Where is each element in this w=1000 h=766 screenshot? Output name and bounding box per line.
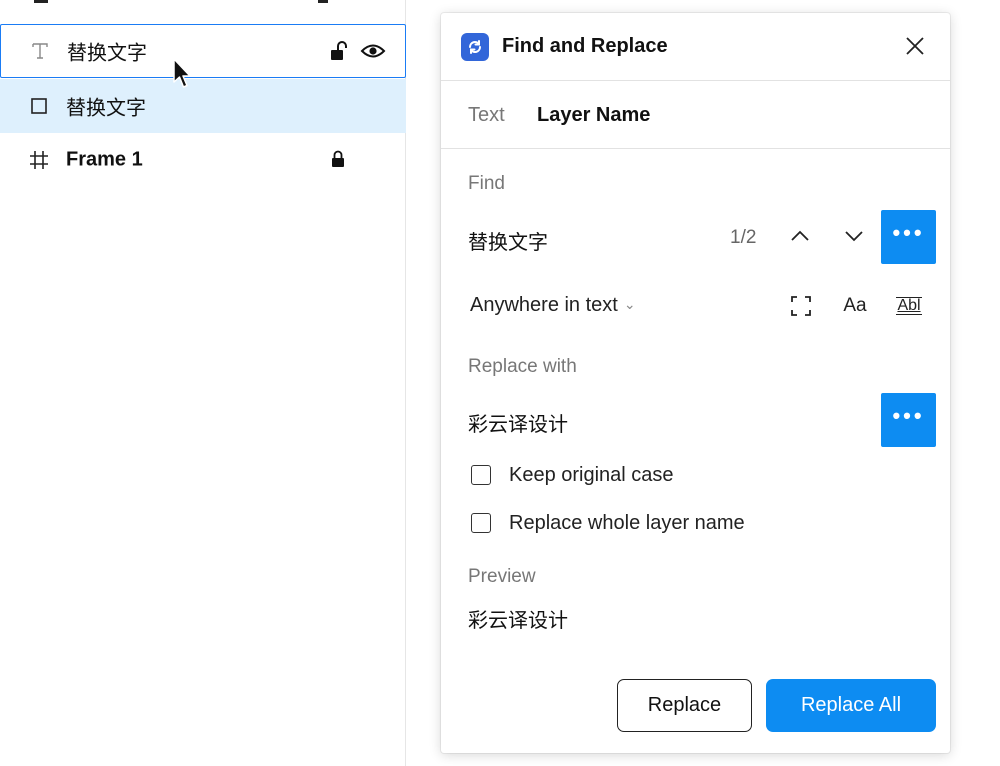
preview-section-label: Preview xyxy=(468,566,536,587)
find-replace-plugin-icon xyxy=(461,33,489,61)
replace-whole-layer-name-label: Replace whole layer name xyxy=(509,511,745,534)
replace-whole-layer-name-option[interactable]: Replace whole layer name xyxy=(471,511,745,535)
replace-all-button[interactable]: Replace All xyxy=(766,679,936,732)
whole-word-icon-text: Abl xyxy=(896,297,922,315)
rectangle-layer-icon xyxy=(28,95,50,117)
match-whole-word-frame-icon[interactable] xyxy=(789,293,813,319)
match-count: 1/2 xyxy=(730,227,757,248)
replace-more-options-button[interactable]: ••• xyxy=(881,393,936,447)
match-case-icon[interactable]: Aa xyxy=(841,293,869,319)
more-dots-icon: ••• xyxy=(892,220,925,245)
lock-icon[interactable] xyxy=(330,150,348,170)
chevron-down-icon: ⌄ xyxy=(623,296,636,312)
more-dots-icon: ••• xyxy=(892,403,925,428)
keep-original-case-checkbox[interactable] xyxy=(471,465,491,485)
keep-original-case-label: Keep original case xyxy=(509,463,674,486)
find-more-options-button[interactable]: ••• xyxy=(881,210,936,264)
tab-layer-name[interactable]: Layer Name xyxy=(537,104,650,127)
mouse-cursor-icon xyxy=(173,58,191,88)
match-scope-select[interactable]: Anywhere in text ⌄ xyxy=(470,294,636,317)
text-layer-icon xyxy=(29,40,51,62)
eye-icon[interactable] xyxy=(360,42,386,60)
replace-input[interactable]: 彩云译设计 xyxy=(468,408,568,437)
close-icon[interactable] xyxy=(904,35,926,57)
layer-row-rectangle[interactable]: 替换文字 xyxy=(0,79,406,133)
replace-button[interactable]: Replace xyxy=(617,679,752,732)
toolbar-edge-fragment xyxy=(318,0,328,3)
toolbar-edge-fragment xyxy=(34,0,48,3)
layers-panel: 替换文字 替换文字 Frame 1 xyxy=(0,0,406,766)
keep-original-case-option[interactable]: Keep original case xyxy=(471,463,674,487)
unlock-icon[interactable] xyxy=(330,41,348,61)
replace-section-label: Replace with xyxy=(468,356,577,377)
layers-panel-top-edge xyxy=(0,0,406,4)
layer-label: Frame 1 xyxy=(66,148,143,171)
replace-whole-layer-name-checkbox[interactable] xyxy=(471,513,491,533)
match-scope-value: Anywhere in text xyxy=(470,294,618,316)
tab-text[interactable]: Text xyxy=(468,104,505,127)
layer-row-text[interactable]: 替换文字 xyxy=(0,24,406,78)
frame-layer-icon xyxy=(28,149,50,171)
preview-value: 彩云译设计 xyxy=(468,610,568,632)
layer-label: 替换文字 xyxy=(67,42,147,65)
search-mode-tabs: Text Layer Name xyxy=(441,81,950,149)
previous-match-chevron-up-icon[interactable] xyxy=(787,223,813,249)
dialog-header: Find and Replace xyxy=(441,13,950,81)
layer-row-frame[interactable]: Frame 1 xyxy=(0,133,406,187)
dialog-title: Find and Replace xyxy=(502,35,668,57)
find-section-label: Find xyxy=(468,173,505,194)
next-match-chevron-down-icon[interactable] xyxy=(841,223,867,249)
find-input[interactable]: 替换文字 xyxy=(468,226,548,255)
whole-word-icon[interactable]: Abl xyxy=(894,293,924,319)
layer-label: 替换文字 xyxy=(66,97,146,120)
find-replace-dialog: Find and Replace Text Layer Name Find 替换… xyxy=(441,13,950,753)
